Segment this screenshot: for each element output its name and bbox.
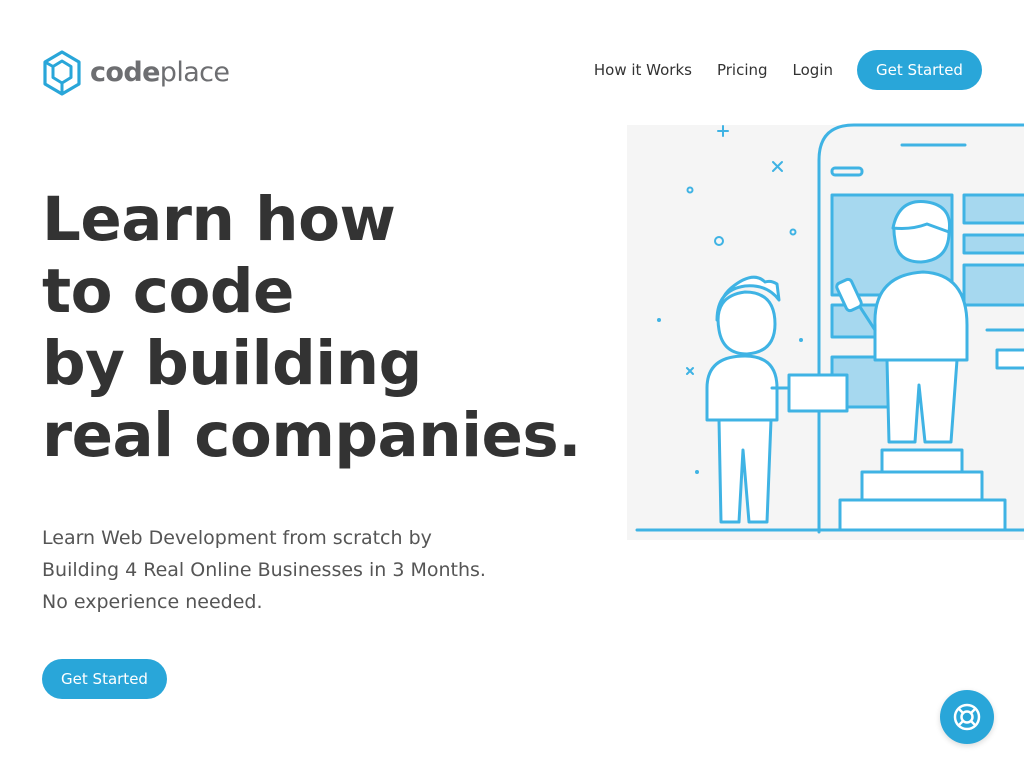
hero-title-line-3: by building [42,328,422,399]
logo-wordmark: codeplace [90,50,230,96]
hero-subtitle-line-1: Learn Web Development from scratch by [42,527,432,549]
hero-title-line-2: to code [42,256,294,327]
codeplace-logo[interactable]: codeplace [42,50,230,96]
nav-link-how-it-works[interactable]: How it Works [594,50,692,90]
hero-subtitle: Learn Web Development from scratch by Bu… [42,522,522,618]
hero-get-started-button[interactable]: Get Started [42,659,167,699]
top-navigation: How it Works Pricing Login Get Started [594,50,982,90]
hero-title-line-4: real companies. [42,400,581,471]
nav-get-started-button[interactable]: Get Started [857,50,982,90]
logo-wordmark-bold: code [90,57,160,88]
nav-link-pricing[interactable]: Pricing [717,50,768,90]
hero-subtitle-line-2: Building 4 Real Online Businesses in 3 M… [42,559,486,581]
help-widget-button[interactable] [940,690,994,744]
hero-subtitle-line-3: No experience needed. [42,591,263,613]
lifebuoy-icon [953,703,981,731]
developers-building-website-illustration [627,123,1024,540]
nav-link-login[interactable]: Login [793,50,833,90]
hexagon-logo-icon [43,50,81,96]
hero-title: Learn how to code by building real compa… [42,184,581,472]
hero-title-line-1: Learn how [42,184,396,255]
logo-wordmark-light: place [159,57,230,88]
